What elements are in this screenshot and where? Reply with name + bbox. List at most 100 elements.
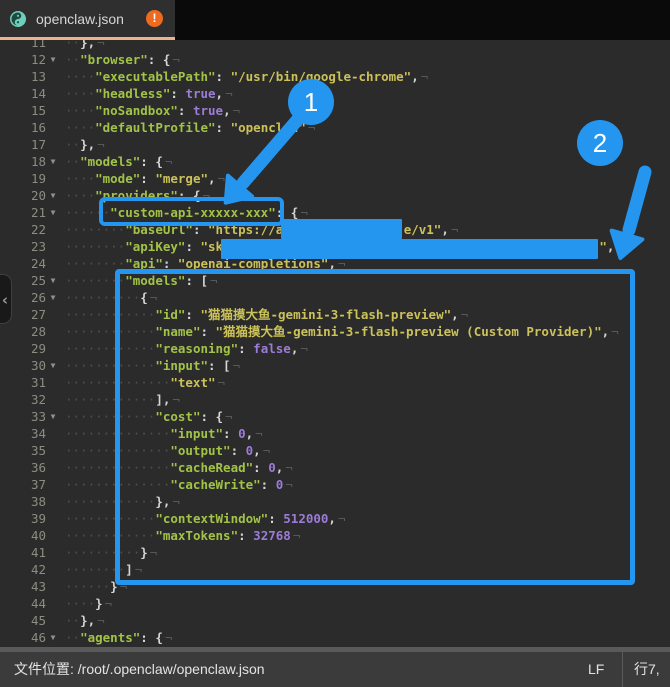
code-text: ····"defaultProfile": "openclaw"¬ (60, 119, 315, 136)
fold-gutter (46, 374, 60, 391)
code-text: ····"providers": {¬ (60, 187, 210, 204)
line-number: 23 (0, 238, 46, 255)
chevron-left-icon: ‹ (2, 291, 8, 309)
code-line[interactable]: 32············],¬ (0, 391, 670, 408)
code-line[interactable]: 12▼··"browser": {¬ (0, 51, 670, 68)
code-text: ········"apiKey": "sk ",¬ (60, 238, 624, 255)
line-number: 37 (0, 476, 46, 493)
code-line[interactable]: 31··············"text"¬ (0, 374, 670, 391)
code-line[interactable]: 35··············"output": 0,¬ (0, 442, 670, 459)
fold-arrow-icon[interactable]: ▼ (46, 357, 60, 374)
fold-gutter (46, 323, 60, 340)
line-number: 24 (0, 255, 46, 272)
fold-arrow-icon[interactable]: ▼ (46, 629, 60, 646)
line-number: 14 (0, 85, 46, 102)
code-line[interactable]: 20▼····"providers": {¬ (0, 187, 670, 204)
code-line[interactable]: 28············"name": "猫猫摸大鱼-gemini-3-fl… (0, 323, 670, 340)
code-line[interactable]: 44····}¬ (0, 595, 670, 612)
fold-gutter (46, 340, 60, 357)
code-line[interactable]: 26▼··········{¬ (0, 289, 670, 306)
code-text: ··},¬ (60, 40, 105, 51)
code-text: ············"contextWindow": 512000,¬ (60, 510, 345, 527)
line-number: 44 (0, 595, 46, 612)
fold-arrow-icon[interactable]: ▼ (46, 204, 60, 221)
fold-arrow-icon[interactable]: ▼ (46, 187, 60, 204)
code-line[interactable]: 39············"contextWindow": 512000,¬ (0, 510, 670, 527)
line-number: 41 (0, 544, 46, 561)
line-number: 40 (0, 527, 46, 544)
code-line[interactable]: 41 ··········}¬ (0, 544, 670, 561)
line-number: 45 (0, 612, 46, 629)
code-text: ············"cost": {¬ (60, 408, 233, 425)
code-line[interactable]: 38············},¬ (0, 493, 670, 510)
code-line[interactable]: 34··············"input": 0,¬ (0, 425, 670, 442)
fold-arrow-icon[interactable]: ▼ (46, 408, 60, 425)
code-line[interactable]: 15····"noSandbox": true,¬ (0, 102, 670, 119)
fold-arrow-icon[interactable]: ▼ (46, 272, 60, 289)
code-line[interactable]: 23 ········"apiKey": "sk ",¬ (0, 238, 670, 255)
code-line[interactable]: 27············"id": "猫猫摸大鱼-gemini-3-flas… (0, 306, 670, 323)
code-line[interactable]: 13····"executablePath": "/usr/bin/google… (0, 68, 670, 85)
code-text: ······"custom-api-xxxxx-xxx": {¬ (60, 204, 308, 221)
openclaw-logo-icon (10, 11, 26, 27)
unsaved-changes-icon[interactable]: ! (146, 10, 163, 27)
code-line[interactable]: 43······}¬ (0, 578, 670, 595)
code-line[interactable]: 29 ············"reasoning": false,¬ (0, 340, 670, 357)
code-text: ··············"text"¬ (60, 374, 225, 391)
code-line[interactable]: 22········"baseUrl": "https://a e/v1",¬ (0, 221, 670, 238)
code-line[interactable]: 17··},¬ (0, 136, 670, 153)
line-number: 29 (0, 340, 46, 357)
code-text: ··············"cacheRead": 0,¬ (60, 459, 293, 476)
fold-gutter (46, 255, 60, 272)
code-text: ··},¬ (60, 612, 105, 629)
line-number: 46 (0, 629, 46, 646)
code-line[interactable]: 18▼··"models": {¬ (0, 153, 670, 170)
line-number: 13 (0, 68, 46, 85)
fold-arrow-icon[interactable]: ▼ (46, 51, 60, 68)
code-line[interactable]: 33▼············"cost": {¬ (0, 408, 670, 425)
fold-gutter (46, 612, 60, 629)
fold-arrow-icon[interactable]: ▼ (46, 289, 60, 306)
eol-mode-indicator[interactable]: LF (588, 652, 604, 687)
code-line[interactable]: 25▼········"models": [¬ (0, 272, 670, 289)
code-line[interactable]: 19····"mode": "merge",¬ (0, 170, 670, 187)
code-line[interactable]: 16····"defaultProfile": "openclaw"¬ (0, 119, 670, 136)
code-line[interactable]: 30▼············"input": [¬ (0, 357, 670, 374)
line-number: 21 (0, 204, 46, 221)
code-line[interactable]: 36 ··············"cacheRead": 0,¬ (0, 459, 670, 476)
code-line[interactable]: 46▼··"agents": {¬ (0, 629, 670, 646)
fold-gutter (46, 476, 60, 493)
code-editor[interactable]: 11··},¬12▼··"browser": {¬13····"executab… (0, 40, 670, 647)
code-line[interactable]: 42········]¬ (0, 561, 670, 578)
code-text: ······}¬ (60, 578, 127, 595)
code-text: ············},¬ (60, 493, 180, 510)
code-line[interactable]: 40············"maxTokens": 32768¬ (0, 527, 670, 544)
code-text: ············"id": "猫猫摸大鱼-gemini-3-flash-… (60, 306, 468, 323)
sidebar-collapse-handle[interactable]: ‹ (0, 274, 12, 324)
code-text: ············],¬ (60, 391, 180, 408)
code-line[interactable]: 24········"api": "openai-completions",¬ (0, 255, 670, 272)
code-line[interactable]: 11 ··},¬ (0, 40, 670, 51)
tab-openclaw-json[interactable]: openclaw.json ! (0, 0, 175, 40)
code-text: ············"reasoning": false,¬ (60, 340, 308, 357)
line-number: 36 (0, 459, 46, 476)
fold-gutter (46, 595, 60, 612)
code-line[interactable]: 45 ··},¬ (0, 612, 670, 629)
caret-position-indicator: 行7, (634, 652, 660, 687)
code-text: ····"noSandbox": true,¬ (60, 102, 240, 119)
code-text: ··········}¬ (60, 544, 157, 561)
line-number: 30 (0, 357, 46, 374)
annotation-badge-2: 2 (577, 120, 623, 166)
fold-gutter (46, 119, 60, 136)
code-line[interactable]: 37··············"cacheWrite": 0¬ (0, 476, 670, 493)
line-number: 11 (0, 40, 46, 51)
code-line[interactable]: 21▼······"custom-api-xxxxx-xxx": {¬ (0, 204, 670, 221)
fold-gutter (46, 391, 60, 408)
line-number: 33 (0, 408, 46, 425)
statusbar-divider (622, 652, 623, 687)
fold-gutter (46, 561, 60, 578)
fold-gutter (46, 578, 60, 595)
fold-arrow-icon[interactable]: ▼ (46, 153, 60, 170)
fold-gutter (46, 442, 60, 459)
code-line[interactable]: 14····"headless": true,¬ (0, 85, 670, 102)
